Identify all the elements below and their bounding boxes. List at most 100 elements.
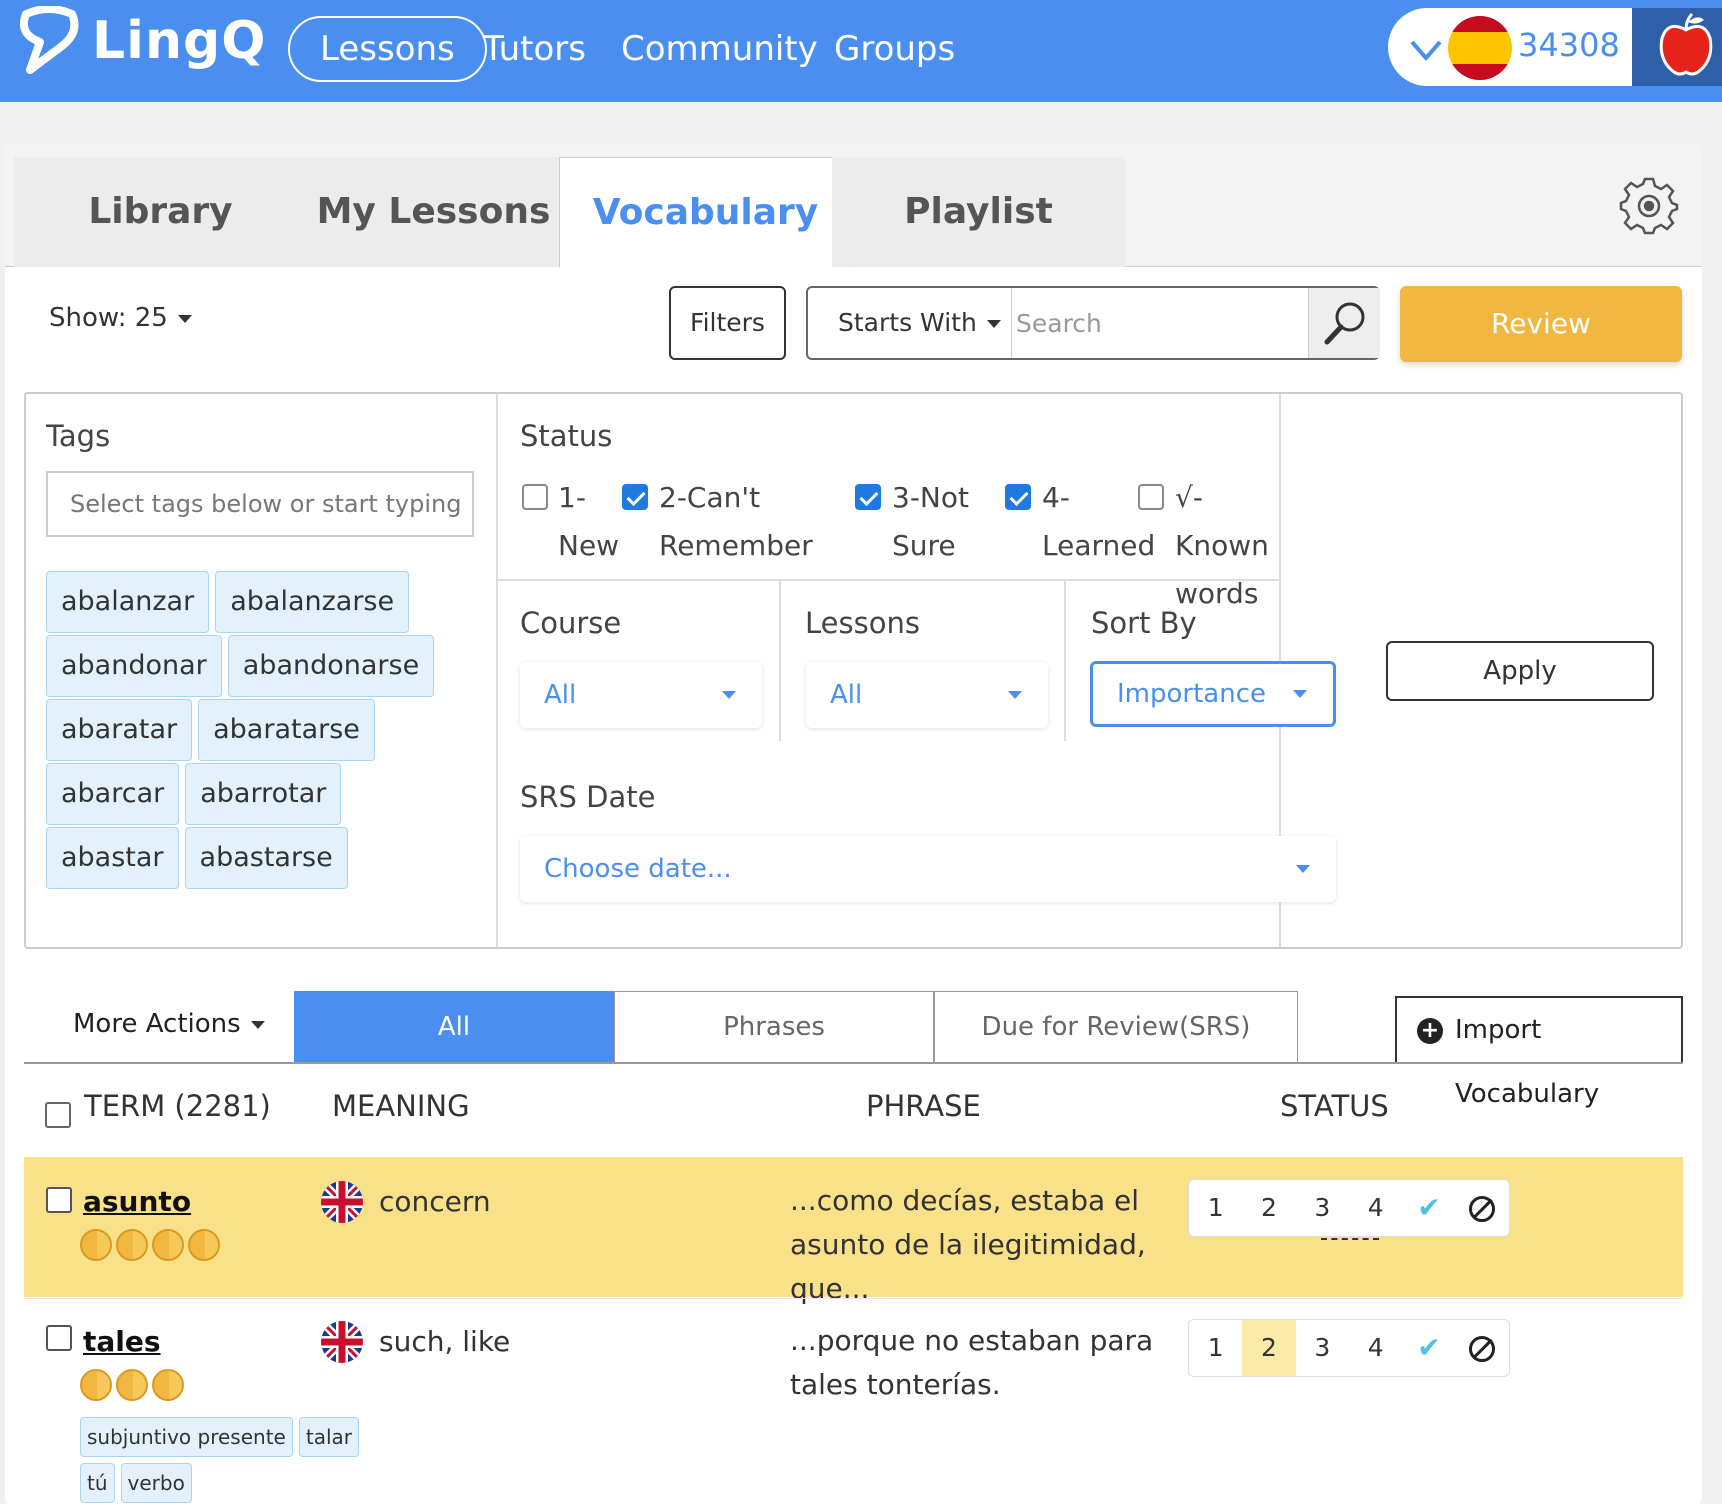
- segment-all[interactable]: All: [294, 991, 614, 1063]
- filters-button[interactable]: Filters: [669, 286, 786, 360]
- select-all-checkbox[interactable]: [45, 1102, 71, 1128]
- table-row: tales such, like ...porque no estaban pa…: [24, 1298, 1683, 1504]
- nav-groups[interactable]: Groups: [834, 16, 955, 82]
- term-link[interactable]: tales: [83, 1325, 161, 1358]
- divider: [24, 1062, 1683, 1064]
- show-count-dropdown[interactable]: Show: 25: [49, 303, 192, 333]
- status-selector: 1 2 3 4 ✔: [1188, 1179, 1510, 1240]
- filter-box: Tags abalanzar abalanzarse abandonar aba…: [24, 392, 1683, 949]
- row-checkbox[interactable]: [46, 1187, 72, 1213]
- importance-dot-icon: [188, 1229, 220, 1261]
- srs-date-dropdown[interactable]: Choose date...: [520, 836, 1336, 902]
- meaning-text[interactable]: such, like: [379, 1325, 510, 1358]
- caret-down-icon: [722, 691, 736, 699]
- tab-library[interactable]: Library: [14, 157, 307, 267]
- tags-input[interactable]: [46, 471, 474, 537]
- course-dropdown[interactable]: All: [520, 662, 762, 728]
- importance-dot-icon: [116, 1229, 148, 1261]
- status-options: 1- New 2-Can't Remember 3-Not Sure 4- Learne…: [494, 474, 1274, 610]
- segment-phrases[interactable]: Phrases: [614, 991, 934, 1063]
- tag-chip[interactable]: abalanzarse: [215, 571, 410, 633]
- status-cant-remember-checkbox[interactable]: [622, 484, 648, 510]
- import-vocabulary-button[interactable]: + Import Vocabulary: [1395, 996, 1683, 1109]
- tab-playlist[interactable]: Playlist: [832, 157, 1125, 267]
- status-cant-remember-label: 2-Can't Remember: [659, 481, 813, 562]
- search-group: Starts With: [806, 286, 1380, 360]
- lessons-dropdown[interactable]: All: [806, 662, 1048, 728]
- importance-dots: [80, 1369, 188, 1401]
- tag-chips: abalanzar abalanzarse abandonar abandona…: [46, 571, 466, 891]
- status-not-sure-checkbox[interactable]: [855, 484, 881, 510]
- known-check-button[interactable]: ✔: [1402, 1320, 1455, 1376]
- starts-with-dropdown[interactable]: Starts With: [808, 288, 1012, 358]
- tag-chip[interactable]: abandonar: [46, 635, 222, 697]
- sortby-title: Sort By: [1091, 606, 1197, 640]
- sortby-dropdown[interactable]: Importance: [1090, 661, 1336, 727]
- phrase-header: PHRASE: [866, 1089, 981, 1123]
- tags-title: Tags: [46, 419, 111, 453]
- tag-chip[interactable]: abaratarse: [198, 699, 375, 761]
- nav-lessons[interactable]: Lessons: [288, 16, 487, 82]
- sortby-value: Importance: [1117, 679, 1266, 709]
- status-2-button[interactable]: 2: [1242, 1320, 1296, 1376]
- importance-dot-icon: [152, 1369, 184, 1401]
- tag-chip[interactable]: abastarse: [184, 827, 348, 889]
- lingq-logo[interactable]: LingQ: [18, 6, 266, 76]
- nav-tutors[interactable]: Tutors: [483, 16, 586, 82]
- srs-date-title: SRS Date: [520, 780, 656, 814]
- lingq-logo-icon: [19, 6, 79, 74]
- review-button[interactable]: Review: [1400, 286, 1682, 362]
- tag-chip[interactable]: abarcar: [46, 763, 180, 825]
- coin-count: 34308: [1518, 26, 1620, 64]
- tag-chip[interactable]: abaratar: [46, 699, 193, 761]
- logo-text: LingQ: [92, 11, 267, 71]
- check-icon: ✔: [1417, 1191, 1441, 1224]
- term-tag[interactable]: verbo: [120, 1463, 192, 1503]
- phrase-text: ...como decías, estaba el asunto de la i…: [790, 1184, 1146, 1305]
- tag-chip[interactable]: abastar: [46, 827, 179, 889]
- status-1-button[interactable]: 1: [1189, 1180, 1242, 1236]
- tab-my-lessons[interactable]: My Lessons: [287, 157, 580, 267]
- meaning-header: MEANING: [332, 1089, 470, 1123]
- tag-chip[interactable]: abarrotar: [185, 763, 342, 825]
- search-input[interactable]: [1016, 302, 1286, 344]
- status-new-checkbox[interactable]: [522, 484, 548, 510]
- nav-community[interactable]: Community: [621, 16, 818, 82]
- status-known-checkbox[interactable]: [1138, 484, 1164, 510]
- more-actions-label: More Actions: [73, 1009, 241, 1039]
- ignore-button[interactable]: [1456, 1180, 1509, 1236]
- search-button[interactable]: [1308, 288, 1380, 358]
- apply-button[interactable]: Apply: [1386, 641, 1654, 701]
- table-row: asunto concern ...como decías, estaba el…: [24, 1157, 1683, 1305]
- gear-icon[interactable]: [1619, 175, 1679, 235]
- term-tag[interactable]: subjuntivo presente: [80, 1417, 293, 1457]
- tag-chip[interactable]: abandonarse: [227, 635, 435, 697]
- row-checkbox[interactable]: [46, 1325, 72, 1351]
- spain-flag-icon: [1448, 16, 1512, 80]
- term-link[interactable]: asunto: [83, 1185, 191, 1218]
- apple-icon: [1659, 12, 1713, 76]
- caret-down-icon: [250, 1020, 265, 1029]
- more-actions-dropdown[interactable]: More Actions: [73, 1009, 265, 1039]
- status-1-button[interactable]: 1: [1189, 1320, 1242, 1376]
- term-header[interactable]: TERM (2281): [84, 1089, 271, 1123]
- vocabulary-panel: Library My Lessons Vocabulary Playlist S…: [5, 145, 1702, 1504]
- segment-due-review[interactable]: Due for Review(SRS): [934, 991, 1298, 1063]
- status-4-button[interactable]: 4: [1349, 1320, 1402, 1376]
- term-tag[interactable]: tú: [80, 1463, 115, 1503]
- status-3-button[interactable]: 3: [1296, 1320, 1349, 1376]
- tab-vocabulary[interactable]: Vocabulary: [559, 157, 852, 268]
- status-2-button[interactable]: 2: [1242, 1180, 1295, 1236]
- status-3-button[interactable]: 3: [1296, 1180, 1349, 1236]
- status-learned-checkbox[interactable]: [1005, 484, 1031, 510]
- apple-streak-button[interactable]: [1632, 8, 1722, 86]
- status-4-button[interactable]: 4: [1320, 1180, 1402, 1240]
- ignore-icon: [1469, 1196, 1496, 1222]
- tag-chip[interactable]: abalanzar: [46, 571, 210, 633]
- meaning-text[interactable]: concern: [379, 1185, 491, 1218]
- language-selector[interactable]: 34308: [1388, 8, 1632, 86]
- course-value: All: [544, 680, 577, 710]
- ignore-button[interactable]: [1456, 1320, 1509, 1376]
- term-tag[interactable]: talar: [298, 1417, 359, 1457]
- known-check-button[interactable]: ✔: [1402, 1180, 1455, 1236]
